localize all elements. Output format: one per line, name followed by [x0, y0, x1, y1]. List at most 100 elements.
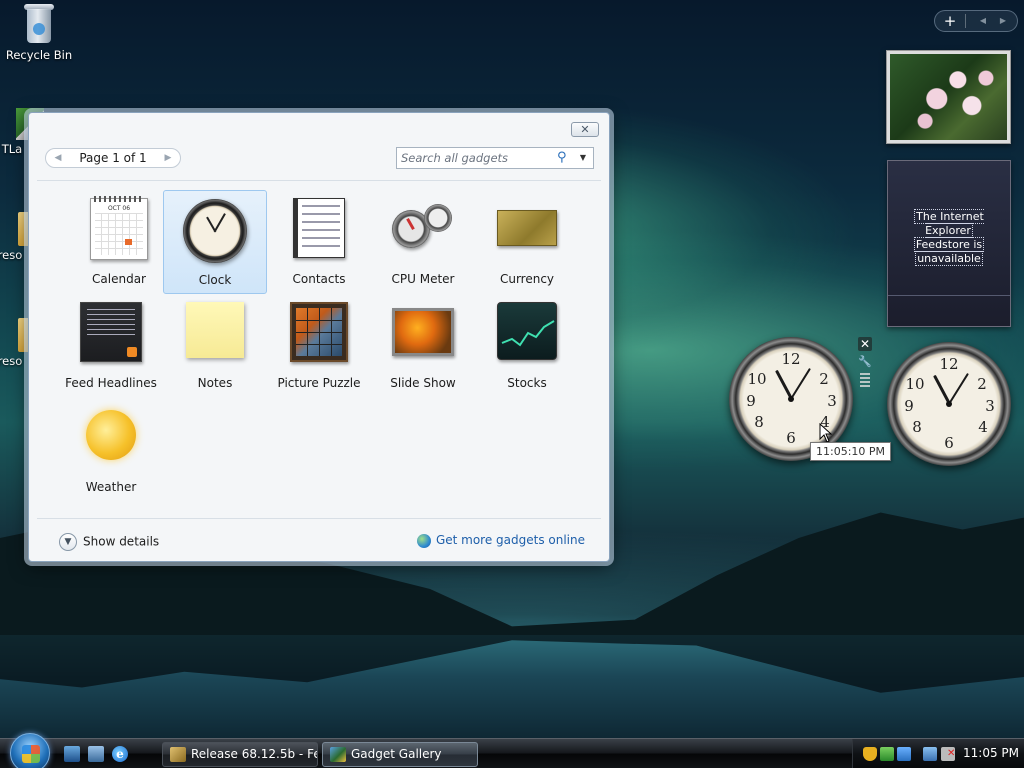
- slide-show-gadget[interactable]: [886, 50, 1011, 144]
- clock-number: 2: [819, 370, 829, 388]
- clock-number: 10: [747, 370, 767, 388]
- feed-message-line-1: The Internet Explorer: [914, 209, 984, 238]
- start-button[interactable]: [10, 733, 50, 768]
- system-clock[interactable]: 11:05 PM: [963, 746, 1019, 760]
- search-input[interactable]: [401, 150, 551, 166]
- taskbar-button-label: Release 68.12.5b - Fe...: [191, 747, 317, 761]
- chevron-down-icon: ▼: [59, 533, 77, 551]
- gadget-name: Picture Puzzle: [277, 376, 361, 390]
- sidebar-previous-icon[interactable]: ◀: [977, 14, 989, 28]
- drag-handle-icon[interactable]: [860, 373, 870, 389]
- recycle-bin[interactable]: Recycle Bin: [1, 2, 77, 62]
- gadget-name: Notes: [197, 376, 233, 390]
- clock-gadget[interactable]: 12 2 3 4 6 8 9 10: [887, 342, 1011, 466]
- calendar-month: OCT 06: [107, 205, 131, 212]
- gadget-contacts[interactable]: Contacts: [267, 190, 371, 294]
- gadget-stocks[interactable]: Stocks: [475, 294, 579, 398]
- close-icon[interactable]: ✕: [858, 337, 872, 351]
- volume-muted-icon[interactable]: [941, 747, 955, 761]
- clock-icon: [183, 199, 247, 263]
- gallery-footer: ▼ Show details Get more gadgets online: [37, 518, 601, 558]
- clock-center: [946, 401, 952, 407]
- feed-message-line-2: Feedstore is: [913, 237, 985, 252]
- clock-number: 2: [977, 375, 987, 393]
- search-icon[interactable]: ⚲: [557, 151, 571, 165]
- minute-hand: [947, 372, 969, 406]
- flower-photo: [890, 54, 1007, 140]
- tray-app-icon[interactable]: [880, 747, 894, 761]
- taskbar-button-gadget-gallery[interactable]: Gadget Gallery: [322, 742, 478, 767]
- currency-icon: [497, 198, 557, 246]
- clock-number: 8: [912, 418, 922, 436]
- gadget-clock[interactable]: Clock: [163, 190, 267, 294]
- contacts-icon: [293, 198, 345, 258]
- gadget-name: Clock: [198, 273, 232, 287]
- show-details-button[interactable]: ▼ Show details: [59, 533, 159, 551]
- clock-number: 8: [754, 413, 764, 431]
- notes-icon: [186, 302, 244, 358]
- close-button[interactable]: ✕: [571, 122, 599, 137]
- gadget-calendar[interactable]: OCT 06 Calendar: [67, 190, 171, 294]
- clock-number: 4: [978, 418, 988, 436]
- clock-number: 3: [985, 397, 995, 415]
- clock-number: 6: [786, 429, 796, 447]
- gadget-name: Feed Headlines: [65, 376, 157, 390]
- gadget-name: Stocks: [507, 376, 547, 390]
- get-more-gadgets-link[interactable]: Get more gadgets online: [416, 533, 585, 548]
- page-navigator: ◀ Page 1 of 1 ▶: [45, 148, 181, 168]
- divider: [888, 295, 1010, 296]
- gadget-grid: OCT 06 Calendar Clock Contacts CPU Meter…: [37, 180, 601, 518]
- gadget-name: Contacts: [292, 272, 346, 286]
- weather-icon: [86, 406, 136, 460]
- sidebar-controls: + ◀ ▶: [934, 10, 1018, 32]
- next-page-icon[interactable]: ▶: [162, 152, 174, 164]
- gadget-weather[interactable]: Weather: [59, 398, 163, 502]
- stocks-icon: [497, 302, 557, 360]
- previous-page-icon[interactable]: ◀: [52, 152, 64, 164]
- clock-number: 12: [939, 355, 959, 373]
- clock-number: 6: [944, 434, 954, 452]
- recycle-bin-label: Recycle Bin: [5, 48, 73, 62]
- wrench-icon[interactable]: 🔧: [858, 355, 872, 369]
- clock-center: [788, 396, 794, 402]
- clock-number: 10: [905, 375, 925, 393]
- sidebar-next-icon[interactable]: ▶: [997, 14, 1009, 28]
- cpu-meter-icon: [392, 198, 454, 252]
- clock-number: 12: [781, 350, 801, 368]
- minute-hand: [789, 367, 811, 401]
- sidebar-tray-icon[interactable]: [897, 747, 911, 761]
- gadget-cpu-meter[interactable]: CPU Meter: [371, 190, 475, 294]
- network-icon[interactable]: [923, 747, 937, 761]
- clock-number: 9: [904, 397, 914, 415]
- taskbar-button-release[interactable]: Release 68.12.5b - Fe...: [162, 742, 318, 767]
- gadget-feed-headlines[interactable]: Feed Headlines: [59, 294, 163, 398]
- clock-tooltip: 11:05:10 PM: [810, 442, 892, 461]
- add-gadget-button[interactable]: +: [941, 12, 959, 30]
- divider: [965, 14, 966, 28]
- gadget-name: Calendar: [92, 272, 146, 286]
- globe-icon: [416, 533, 431, 548]
- show-details-label: Show details: [83, 534, 160, 549]
- security-shield-icon[interactable]: [863, 747, 877, 761]
- gadget-name: Slide Show: [390, 376, 456, 390]
- taskbar: e Release 68.12.5b - Fe... Gadget Galler…: [0, 733, 1024, 768]
- feed-headlines-gadget[interactable]: The Internet Explorer Feedstore is unava…: [887, 160, 1011, 327]
- gadget-gallery-window: ✕ ◀ Page 1 of 1 ▶ ⚲ ▼ OCT 06 Calendar Cl…: [28, 112, 610, 562]
- gadget-notes[interactable]: Notes: [163, 294, 267, 398]
- page-indicator: Page 1 of 1: [79, 151, 147, 165]
- clock-number: 3: [827, 392, 837, 410]
- windows-logo-icon: [22, 745, 40, 763]
- gadget-name: CPU Meter: [391, 272, 455, 286]
- gadget-slide-show[interactable]: Slide Show: [371, 294, 475, 398]
- feed-message-line-3: unavailable: [915, 251, 983, 266]
- switch-windows-icon[interactable]: [88, 746, 104, 762]
- gadget-picture-puzzle[interactable]: Picture Puzzle: [267, 294, 371, 398]
- search-dropdown-icon[interactable]: ▼: [577, 152, 589, 164]
- recycle-bin-icon: [22, 2, 56, 46]
- search-box: ⚲ ▼: [396, 147, 594, 169]
- gadget-name: Currency: [499, 272, 555, 286]
- show-desktop-icon[interactable]: [64, 746, 80, 762]
- gadget-currency[interactable]: Currency: [475, 190, 579, 294]
- get-more-gadgets-label: Get more gadgets online: [435, 533, 585, 547]
- internet-explorer-icon[interactable]: e: [112, 746, 128, 762]
